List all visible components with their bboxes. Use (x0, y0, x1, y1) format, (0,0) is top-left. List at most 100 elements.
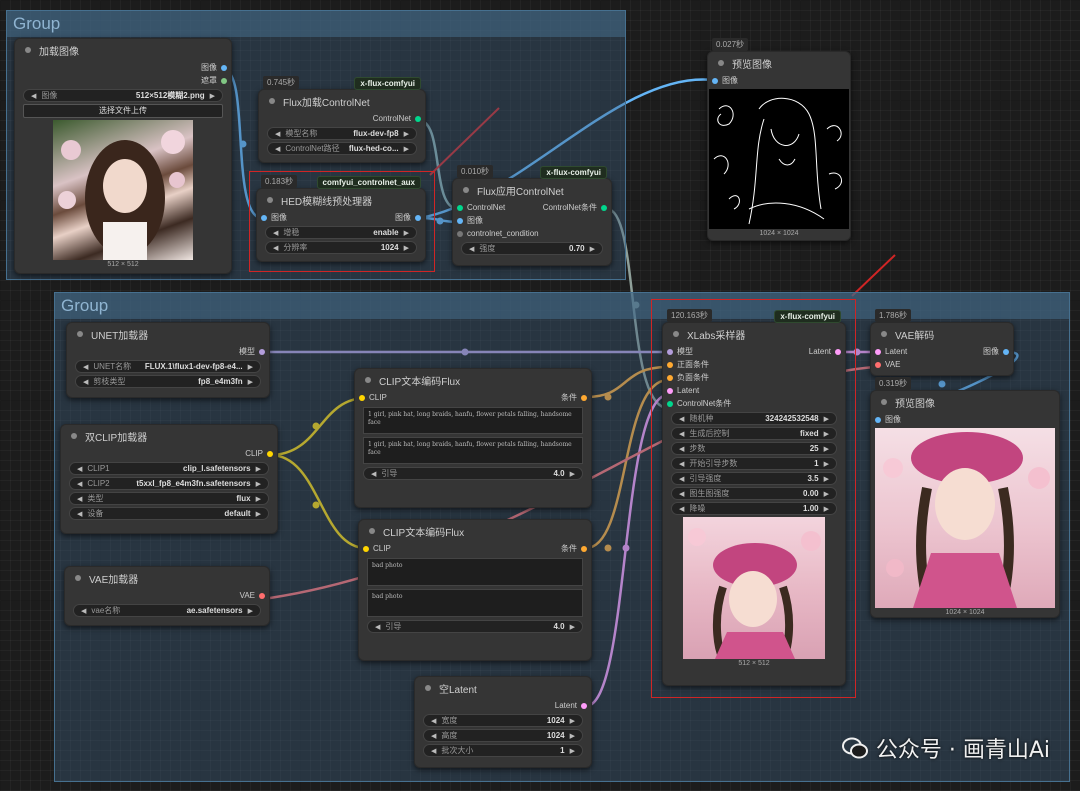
arrow-right-icon[interactable]: ▶ (210, 92, 215, 100)
arrow-left-icon[interactable]: ◀ (77, 510, 82, 518)
arrow-left-icon[interactable]: ◀ (431, 747, 436, 755)
input-image[interactable]: 图像 (871, 413, 1059, 426)
node-vae-loader[interactable]: VAE加载器 VAE ◀ vae名称 ae.safetensors ▶ (64, 566, 270, 626)
input-image (53, 120, 193, 260)
arrow-right-icon[interactable]: ▶ (590, 245, 595, 253)
arrow-right-icon[interactable]: ▶ (256, 465, 261, 473)
node-title: CLIP文本编码Flux (383, 527, 465, 539)
output-image[interactable]: 图像 (15, 61, 231, 74)
height-input[interactable]: ◀ 高度 1024 ▶ (423, 729, 583, 742)
image-size-caption: 512 × 512 (107, 261, 139, 268)
clip-l-text[interactable]: bad photo (367, 558, 583, 586)
type-select[interactable]: ◀ 类型 flux ▶ (69, 492, 269, 505)
node-empty-latent[interactable]: 空Latent Latent ◀ 宽度 1024 ▶ ◀ 高度 1024 ▶ ◀ 批次大小… (414, 676, 592, 768)
port-controlnet[interactable]: ControlNet ControlNet条件 (453, 201, 611, 214)
input-image[interactable]: 图像 (453, 214, 611, 227)
arrow-right-icon[interactable]: ▶ (570, 747, 575, 755)
arrow-left-icon[interactable]: ◀ (77, 480, 82, 488)
node-title: UNET加载器 (91, 330, 149, 342)
wechat-icon (841, 737, 868, 759)
output-model[interactable]: 模型 (67, 345, 269, 358)
clip2-select[interactable]: ◀ CLIP2 t5xxl_fp8_e4m3fn.safetensors ▶ (69, 477, 269, 490)
arrow-left-icon[interactable]: ◀ (31, 92, 36, 100)
image-select[interactable]: ◀ 图像 512×512模糊2.png ▶ (23, 89, 223, 102)
arrow-right-icon[interactable]: ▶ (570, 732, 575, 740)
weight-dtype-select[interactable]: ◀ 剪枝类型 fp8_e4m3fn ▶ (75, 375, 261, 388)
node-title: VAE解码 (895, 330, 935, 342)
input-image[interactable]: 图像 (708, 74, 850, 87)
output-clip[interactable]: CLIP (61, 447, 277, 460)
arrow-right-icon[interactable]: ▶ (570, 717, 575, 725)
hed-preview-image (709, 89, 849, 229)
node-load-image[interactable]: 加载图像 图像 遮罩 ◀ 图像 512×512模糊2.png ▶ 选择文件上传 51… (14, 38, 232, 274)
output-latent[interactable]: Latent (415, 699, 591, 712)
input-controlnet-condition[interactable]: controlnet_condition (453, 227, 611, 240)
arrow-right-icon[interactable]: ▶ (404, 130, 409, 138)
strength-input[interactable]: ◀ 强度 0.70 ▶ (461, 242, 603, 255)
clip-l-text[interactable]: 1 girl, pink hat, long braids, hanfu, fl… (363, 407, 583, 434)
node-clip-text-encode-negative[interactable]: CLIP文本编码Flux CLIP 条件 bad photo bad photo… (358, 519, 592, 661)
output-vae[interactable]: VAE (65, 589, 269, 602)
node-flux-apply-controlnet[interactable]: 0.010秒 x-flux-comfyui Flux应用ControlNet C… (452, 165, 612, 266)
output-mask[interactable]: 遮罩 (15, 74, 231, 87)
port-latent[interactable]: Latent 图像 (871, 345, 1013, 358)
vae-name-select[interactable]: ◀ vae名称 ae.safetensors ▶ (73, 604, 261, 617)
exec-time: 0.027秒 (712, 38, 749, 51)
arrow-right-icon[interactable]: ▶ (404, 145, 409, 153)
watermark: 公众号 · 画青山Ai (841, 732, 1050, 764)
arrow-right-icon[interactable]: ▶ (256, 480, 261, 488)
batch-size-input[interactable]: ◀ 批次大小 1 ▶ (423, 744, 583, 757)
arrow-left-icon[interactable]: ◀ (275, 145, 280, 153)
image-size-caption: 1024 × 1024 (945, 609, 985, 616)
annotation-arrow-2 (851, 254, 896, 297)
width-input[interactable]: ◀ 宽度 1024 ▶ (423, 714, 583, 727)
arrow-left-icon[interactable]: ◀ (275, 130, 280, 138)
guidance-input[interactable]: ◀ 引导 4.0 ▶ (367, 620, 583, 633)
node-flux-load-controlnet[interactable]: 0.745秒 x-flux-comfyui Flux加载ControlNet C… (258, 76, 426, 163)
node-dual-clip-loader[interactable]: 双CLIP加载器 CLIP ◀ CLIP1 clip_l.safetensors ▶… (60, 424, 278, 534)
arrow-left-icon[interactable]: ◀ (431, 732, 436, 740)
port-clip[interactable]: CLIP 条件 (359, 542, 591, 555)
model-name-select[interactable]: ◀ 模型名称 flux-dev-fp8 ▶ (267, 127, 417, 140)
node-vae-decode[interactable]: 1.786秒 VAE解码 Latent 图像 VAE (870, 309, 1014, 376)
highlight-box (249, 171, 435, 272)
arrow-left-icon[interactable]: ◀ (77, 465, 82, 473)
arrow-right-icon[interactable]: ▶ (248, 378, 253, 386)
exec-time: 0.010秒 (457, 165, 494, 178)
arrow-left-icon[interactable]: ◀ (83, 378, 88, 386)
arrow-left-icon[interactable]: ◀ (81, 607, 86, 615)
input-vae[interactable]: VAE (871, 358, 1013, 371)
t5xxl-text[interactable]: bad photo (367, 589, 583, 617)
controlnet-path-select[interactable]: ◀ ControlNet路径 flux-hed-co... ▶ (267, 142, 417, 155)
output-controlnet[interactable]: ControlNet (259, 112, 425, 125)
node-preview-image-2[interactable]: 0.319秒 预览图像 图像 1024 × 1024 (870, 377, 1060, 618)
node-title: Flux应用ControlNet (477, 186, 564, 198)
exec-time: 1.786秒 (875, 309, 912, 322)
arrow-left-icon[interactable]: ◀ (375, 623, 380, 631)
arrow-right-icon[interactable]: ▶ (248, 607, 253, 615)
clip1-select[interactable]: ◀ CLIP1 clip_l.safetensors ▶ (69, 462, 269, 475)
arrow-left-icon[interactable]: ◀ (469, 245, 474, 253)
node-pack-badge: x-flux-comfyui (354, 77, 421, 90)
upload-button[interactable]: 选择文件上传 (23, 104, 223, 118)
node-title: 加载图像 (39, 46, 79, 58)
arrow-left-icon[interactable]: ◀ (431, 717, 436, 725)
node-preview-image-1[interactable]: 0.027秒 预览图像 图像 1024 × 1024 (707, 38, 851, 241)
arrow-right-icon[interactable]: ▶ (248, 363, 253, 371)
exec-time: 0.745秒 (263, 76, 300, 89)
device-select[interactable]: ◀ 设备 default ▶ (69, 507, 269, 520)
highlight-box (651, 299, 856, 698)
port-clip[interactable]: CLIP 条件 (355, 391, 591, 404)
arrow-right-icon[interactable]: ▶ (570, 470, 575, 478)
arrow-left-icon[interactable]: ◀ (83, 363, 88, 371)
unet-name-select[interactable]: ◀ UNET名称 FLUX.1\flux1-dev-fp8-e4... ▶ (75, 360, 261, 373)
arrow-right-icon[interactable]: ▶ (256, 510, 261, 518)
node-unet-loader[interactable]: UNET加载器 模型 ◀ UNET名称 FLUX.1\flux1-dev-fp8-… (66, 322, 270, 398)
arrow-left-icon[interactable]: ◀ (371, 470, 376, 478)
guidance-input[interactable]: ◀ 引导 4.0 ▶ (363, 467, 583, 480)
node-clip-text-encode-positive[interactable]: CLIP文本编码Flux CLIP 条件 1 girl, pink hat, l… (354, 368, 592, 508)
arrow-right-icon[interactable]: ▶ (256, 495, 261, 503)
arrow-left-icon[interactable]: ◀ (77, 495, 82, 503)
t5xxl-text[interactable]: 1 girl, pink hat, long braids, hanfu, fl… (363, 437, 583, 464)
arrow-right-icon[interactable]: ▶ (570, 623, 575, 631)
